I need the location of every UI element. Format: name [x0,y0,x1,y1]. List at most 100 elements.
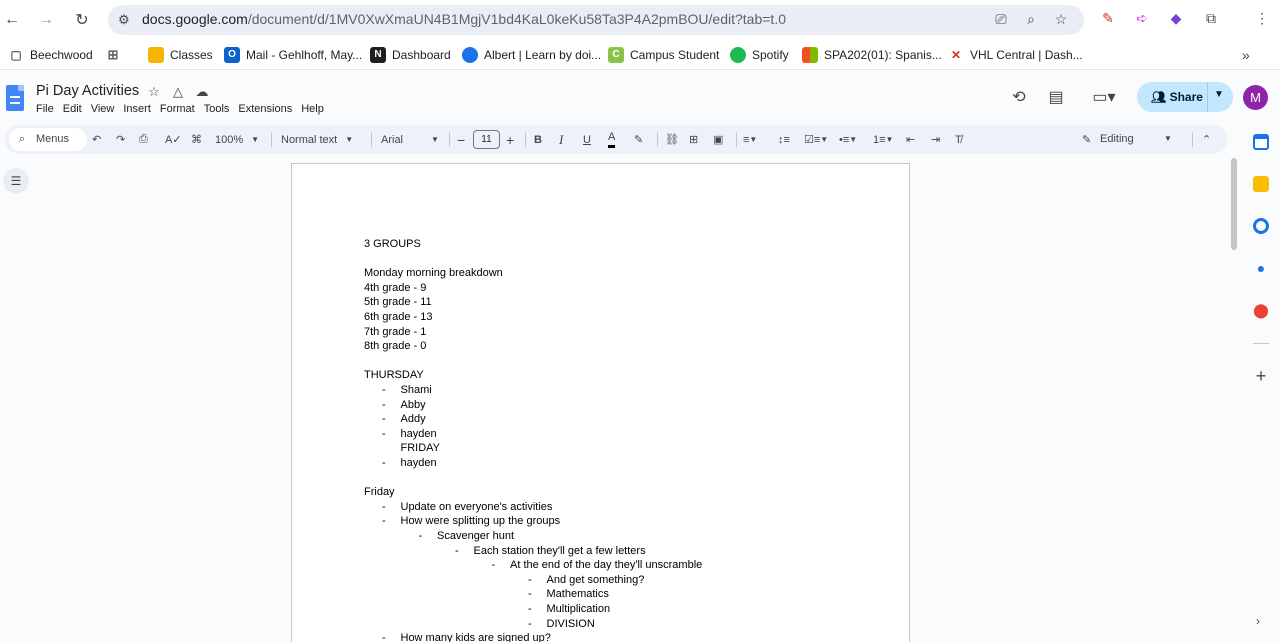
paragraph-line[interactable]: 5th grade - 11 [364,295,432,309]
list-item[interactable]: hayden [401,456,437,470]
address-bar[interactable]: ⚙ docs.google.com/document/d/1MV0XwXmaUN… [108,5,1084,35]
add-comment-icon[interactable]: ⊞ [689,125,698,154]
bookmark-vhl[interactable]: ✕ VHL Central | Dash... [948,46,1083,64]
star-icon[interactable]: ☆ [146,84,162,100]
menu-insert[interactable]: Insert [123,103,151,115]
calendar-icon[interactable] [1253,134,1269,150]
list-item[interactable]: Shami [401,383,432,397]
list-item[interactable]: Addy [401,412,426,426]
document-page[interactable]: 3 GROUPS Monday morning breakdown 4th gra… [291,163,910,642]
font-select[interactable]: Arial ▼ [381,125,443,154]
document-outline-icon[interactable]: ☰ [3,168,29,194]
link-icon[interactable]: ⛓ [665,125,679,154]
list-item[interactable]: Each station they'll get a few letters [474,544,646,558]
reload-icon[interactable]: ↻ [70,8,94,32]
numbered-list-icon[interactable]: 1≡ ▼ [873,125,893,154]
menu-file[interactable]: File [36,103,54,115]
document-title[interactable]: Pi Day Activities [36,83,139,99]
extensions-icon[interactable]: ⧉ [1201,10,1221,30]
insert-image-icon[interactable]: ▣ [713,125,723,154]
increase-indent-icon[interactable]: ⇥ [931,125,940,154]
menu-view[interactable]: View [91,103,115,115]
comments-icon[interactable]: ▤ [1045,87,1067,109]
vertical-scrollbar[interactable] [1231,158,1237,250]
decrease-font-size-button[interactable]: − [457,125,465,154]
bookmark-star-icon[interactable]: ☆ [1052,11,1070,29]
spellcheck-icon[interactable]: A✓ [165,125,182,154]
forward-icon[interactable]: → [34,8,58,32]
apps-grid-icon[interactable]: ⊞ [105,46,127,64]
bookmark-dashboard[interactable]: N Dashboard [370,46,451,64]
url-text[interactable]: docs.google.com/document/d/1MV0XwXmaUN4B… [142,11,786,27]
redo-icon[interactable]: ↷ [116,125,125,154]
list-item[interactable]: How were splitting up the groups [401,514,561,528]
highlight-icon[interactable]: ✎ [634,125,643,154]
paragraph-line[interactable]: 7th grade - 1 [364,325,426,339]
zoom-icon[interactable]: ⌕ [1022,11,1040,29]
menu-help[interactable]: Help [301,103,324,115]
avatar[interactable]: M [1243,85,1268,110]
paragraph-line[interactable]: 8th grade - 0 [364,339,426,353]
cloud-status-icon[interactable]: ☁ [194,84,210,100]
bookmark-beechwood[interactable]: ▢ Beechwood [8,46,92,64]
bookmark-campus-student[interactable]: C Campus Student [608,46,719,64]
tasks-icon[interactable] [1253,218,1269,234]
chevron-right-icon[interactable]: › [1256,614,1260,628]
extension-icon[interactable]: ➪ [1132,10,1152,30]
increase-font-size-button[interactable]: + [506,125,514,154]
maps-icon[interactable]: ⬤ [1253,302,1269,318]
bulleted-list-icon[interactable]: •≡ ▼ [839,125,857,154]
pen-extension-icon[interactable]: ✎ [1098,10,1118,30]
list-item[interactable]: Scavenger hunt [437,529,514,543]
more-bookmarks-icon[interactable]: » [1242,46,1250,64]
print-icon[interactable]: ⎙ [139,125,148,154]
paragraph-line[interactable]: 6th grade - 13 [364,310,433,324]
paragraph-line[interactable]: Friday [364,485,395,499]
font-size-input[interactable]: 11 [473,130,500,149]
undo-icon[interactable]: ↶ [92,125,101,154]
list-item[interactable]: Mathematics [547,587,609,601]
list-item[interactable]: DIVISION [547,617,595,631]
share-dropdown-icon[interactable]: ▼ [1214,89,1224,100]
editing-mode-select[interactable]: ✎ Editing ▼ [1080,128,1188,151]
add-addon-icon[interactable]: + [1253,367,1269,385]
list-item[interactable]: And get something? [547,573,645,587]
paragraph-line[interactable]: 3 GROUPS [364,237,421,251]
contacts-icon[interactable]: ● [1253,260,1269,276]
zoom-select[interactable]: 100% ▼ [215,125,259,154]
clear-formatting-icon[interactable]: T̸ [955,125,962,154]
chrome-menu-icon[interactable]: ⋮ [1252,10,1272,30]
menu-edit[interactable]: Edit [63,103,82,115]
line-spacing-icon[interactable]: ↕≡ [778,125,790,154]
list-item[interactable]: hayden [401,427,437,441]
back-icon[interactable]: ← [0,8,24,32]
bookmark-spotify[interactable]: Spotify [730,46,789,64]
keep-icon[interactable] [1253,176,1269,192]
paragraph-line[interactable]: 4th grade - 9 [364,281,426,295]
share-button[interactable]: 👥︎ Share ▼ [1137,82,1233,112]
bold-button[interactable]: B [534,125,542,154]
paragraph-line[interactable]: Monday morning breakdown [364,266,503,280]
cast-icon[interactable]: ⎚ [992,11,1010,29]
menu-tools[interactable]: Tools [204,103,230,115]
site-info-icon[interactable]: ⚙ [118,12,134,28]
decrease-indent-icon[interactable]: ⇤ [906,125,915,154]
meet-icon[interactable]: ▭▾ [1087,87,1121,109]
list-item[interactable]: Abby [401,398,426,412]
list-item[interactable]: How many kids are signed up? [401,631,551,642]
search-menus-button[interactable]: ⌕ Menus [9,128,87,151]
list-item[interactable]: Multiplication [547,602,611,616]
menu-extensions[interactable]: Extensions [238,103,292,115]
version-history-icon[interactable]: ⟲ [1008,87,1030,109]
style-select[interactable]: Normal text ▼ [281,125,353,154]
paint-format-icon[interactable]: ⌘ [191,125,202,154]
list-item[interactable]: Update on everyone's activities [401,500,553,514]
text-color-button[interactable]: A [608,128,616,148]
bookmark-albert[interactable]: Albert | Learn by doi... [462,46,601,64]
paragraph-line[interactable]: THURSDAY [364,368,424,382]
italic-button[interactable]: I [559,125,563,154]
list-item[interactable]: At the end of the day they'll unscramble [510,558,702,572]
paragraph-line[interactable]: FRIDAY [401,441,441,455]
move-icon[interactable]: △ [170,84,186,100]
align-icon[interactable]: ≡ ▼ [743,125,757,154]
